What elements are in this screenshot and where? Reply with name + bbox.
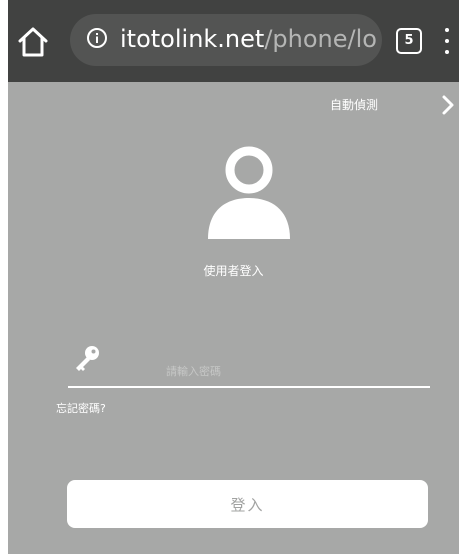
url-path: /phone/lo — [264, 25, 377, 53]
more-vertical-icon[interactable] — [440, 26, 454, 56]
forgot-password-link[interactable]: 忘記密碼? — [56, 400, 106, 416]
url-text[interactable]: itotolink.net/phone/lo — [120, 24, 377, 54]
auto-detect-link[interactable]: 自動偵測 — [330, 96, 378, 113]
address-bar[interactable]: itotolink.net/phone/lo — [70, 14, 382, 66]
menu-dot — [445, 50, 449, 54]
url-host: itotolink.net — [120, 25, 265, 53]
menu-dot — [445, 28, 449, 32]
chevron-right-icon[interactable] — [441, 94, 455, 116]
phone-browser-frame: itotolink.net/phone/lo 5 自動偵測 使用者登入 忘記密碼… — [8, 0, 459, 554]
password-input[interactable] — [68, 356, 430, 388]
home-icon — [18, 27, 48, 57]
login-button[interactable]: 登入 — [67, 480, 428, 528]
browser-toolbar: itotolink.net/phone/lo 5 — [8, 0, 459, 82]
menu-dot — [445, 39, 449, 43]
info-icon[interactable] — [86, 27, 108, 49]
home-button[interactable] — [16, 26, 50, 58]
user-icon — [208, 146, 290, 239]
tab-switcher-button[interactable]: 5 — [396, 28, 422, 54]
user-login-label: 使用者登入 — [203, 264, 264, 278]
